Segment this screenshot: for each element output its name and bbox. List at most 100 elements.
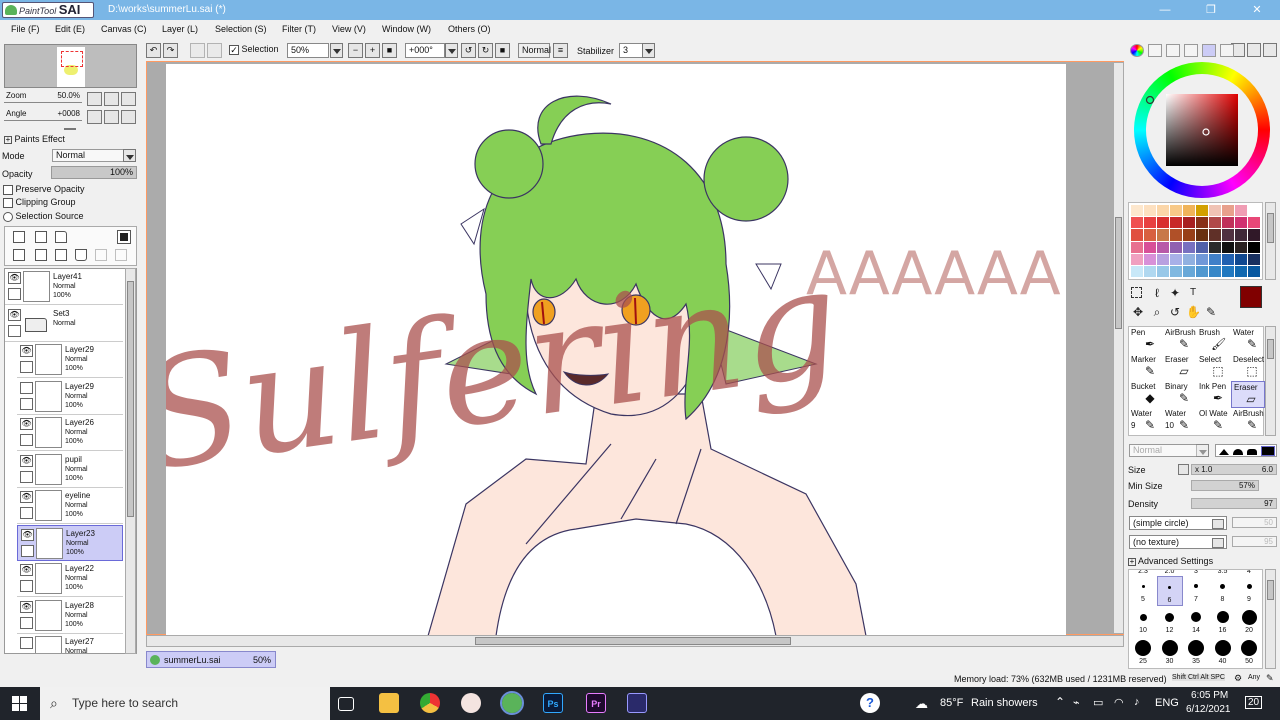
navigator-preview[interactable]: [4, 44, 137, 88]
preserve-opacity-option[interactable]: Preserve Opacity: [3, 184, 85, 195]
brush-size-preset[interactable]: 20: [1236, 607, 1262, 637]
nav-rotate-reset-button[interactable]: [121, 110, 136, 124]
color-swatch[interactable]: [1131, 253, 1143, 265]
color-swatch[interactable]: [1144, 265, 1156, 277]
brush-size-preset[interactable]: 25: [1130, 638, 1156, 668]
layer-lock-toggle[interactable]: [21, 544, 34, 557]
brush-size-preset[interactable]: 50: [1236, 638, 1262, 668]
texture-strength-slider[interactable]: 95: [1232, 536, 1277, 547]
color-swatch[interactable]: [1170, 205, 1182, 217]
color-swatch[interactable]: [1144, 241, 1156, 253]
layer-list-scrollbar[interactable]: [125, 268, 136, 654]
tool-water[interactable]: Water 9 ✎: [1129, 408, 1163, 435]
close-button[interactable]: ✕: [1234, 0, 1280, 20]
rotate-reset-button[interactable]: ■: [495, 43, 510, 58]
nav-zoom-out-button[interactable]: [87, 92, 102, 106]
invert-selection-button[interactable]: [207, 43, 222, 58]
new-folder-icon[interactable]: [55, 231, 67, 243]
swatches-tab-icon[interactable]: [1202, 44, 1216, 57]
start-windows-icon[interactable]: [12, 696, 27, 711]
color-swatch[interactable]: [1144, 205, 1156, 217]
battery-icon[interactable]: ▭: [1093, 696, 1103, 709]
premiere-icon[interactable]: Pr: [586, 693, 606, 713]
tool-ink-pen[interactable]: Ink Pen ✒: [1197, 381, 1231, 408]
brush-size-preset[interactable]: 8: [1210, 576, 1236, 606]
document-tab[interactable]: summerLu.sai 50%: [146, 651, 276, 668]
color-swatch[interactable]: [1209, 205, 1221, 217]
zoom-reset-button[interactable]: ■: [382, 43, 397, 58]
layer-row[interactable]: 👁 pupil Normal 100%: [17, 451, 123, 488]
color-swatch[interactable]: [1157, 205, 1169, 217]
menu-selection[interactable]: Selection (S): [215, 24, 267, 34]
color-swatch[interactable]: [1209, 229, 1221, 241]
menu-filter[interactable]: Filter (T): [282, 24, 316, 34]
color-swatch[interactable]: [1248, 265, 1260, 277]
volume-icon[interactable]: ♪: [1134, 696, 1140, 708]
gradient-tab-icon[interactable]: [1184, 44, 1198, 57]
tool-pen[interactable]: Pen ✒: [1129, 327, 1163, 354]
color-swatch[interactable]: [1196, 241, 1208, 253]
color-swatch[interactable]: [1157, 229, 1169, 241]
redo-button[interactable]: ↷: [163, 43, 178, 58]
settings-gear-icon[interactable]: ⚙: [1234, 673, 1242, 684]
tray-up-icon[interactable]: ⌃: [1055, 695, 1065, 709]
brush-size-preset[interactable]: 30: [1157, 638, 1183, 668]
panel-splitter[interactable]: [64, 128, 76, 130]
brush-size-preset[interactable]: 14: [1183, 607, 1209, 637]
clipping-group-option[interactable]: Clipping Group: [3, 197, 76, 208]
weather-temp[interactable]: 85°F: [940, 697, 963, 709]
selection-source-option[interactable]: Selection Source: [3, 211, 84, 222]
layer-lock-toggle[interactable]: [20, 361, 33, 373]
brush-size-preset[interactable]: 9: [1236, 576, 1262, 606]
layer-lock-toggle[interactable]: [8, 288, 21, 300]
weather-text[interactable]: Rain showers: [971, 697, 1038, 709]
visibility-eye-icon[interactable]: 👁: [20, 564, 33, 576]
blend-mode-button[interactable]: ≡: [553, 43, 568, 58]
color-swatch[interactable]: [1222, 217, 1234, 229]
brush-size-preset[interactable]: 5: [1130, 576, 1156, 606]
help-icon[interactable]: ?: [860, 693, 880, 713]
weather-cloud-icon[interactable]: ☁: [915, 696, 928, 712]
menu-file[interactable]: File (F): [11, 24, 40, 34]
color-swatch[interactable]: [1170, 217, 1182, 229]
visibility-eye-icon[interactable]: 👁: [20, 418, 33, 430]
layer-lock-toggle[interactable]: [20, 470, 33, 483]
brush-size-preset[interactable]: 40: [1210, 638, 1236, 668]
brush-shape-selector[interactable]: [1215, 444, 1277, 457]
color-swatch[interactable]: [1196, 265, 1208, 277]
hand-icon[interactable]: ✋: [1186, 305, 1201, 319]
stabilizer-field[interactable]: 3: [619, 43, 643, 58]
tool-grid-scrollbar[interactable]: [1265, 326, 1276, 436]
transfer-down-icon[interactable]: [13, 249, 25, 261]
tool-select[interactable]: Select ⬚: [1197, 354, 1231, 381]
color-swatch[interactable]: [1144, 217, 1156, 229]
scratchpad-tab-icon[interactable]: [1220, 44, 1234, 57]
file-explorer-icon[interactable]: [379, 693, 399, 713]
color-swatch[interactable]: [1248, 205, 1260, 217]
zoom-in-button[interactable]: +: [365, 43, 380, 58]
min-size-slider[interactable]: 57%: [1191, 480, 1259, 491]
merge-down-icon[interactable]: [35, 249, 47, 261]
canvas-horizontal-scrollbar[interactable]: [146, 635, 1124, 647]
canvas-vertical-scrollbar[interactable]: [1113, 62, 1124, 634]
opacity-slider[interactable]: 100%: [51, 166, 137, 179]
new-layer-icon[interactable]: [13, 231, 25, 243]
mask-icon[interactable]: [117, 230, 131, 244]
color-swatches[interactable]: [1128, 202, 1263, 280]
color-swatch[interactable]: [1235, 241, 1247, 253]
wifi-icon[interactable]: ◠: [1114, 696, 1124, 709]
nav-zoom-reset-button[interactable]: [121, 92, 136, 106]
task-view-icon[interactable]: [338, 697, 354, 711]
color-swatch[interactable]: [1131, 241, 1143, 253]
layer-lock-toggle[interactable]: [8, 324, 21, 337]
tool-brush[interactable]: Brush 🖌: [1197, 327, 1231, 354]
tool-ol-wate[interactable]: Ol Wate ✎: [1197, 408, 1231, 435]
photoshop-icon[interactable]: Ps: [543, 693, 563, 713]
color-swatch[interactable]: [1183, 217, 1195, 229]
color-swatch[interactable]: [1235, 229, 1247, 241]
color-swatch[interactable]: [1170, 229, 1182, 241]
brush-size-preset[interactable]: 35: [1183, 638, 1209, 668]
nav-rotate-cw-button[interactable]: [104, 110, 119, 124]
preserve-opacity-checkbox[interactable]: [3, 184, 13, 195]
layer-lock-toggle[interactable]: [20, 397, 33, 410]
